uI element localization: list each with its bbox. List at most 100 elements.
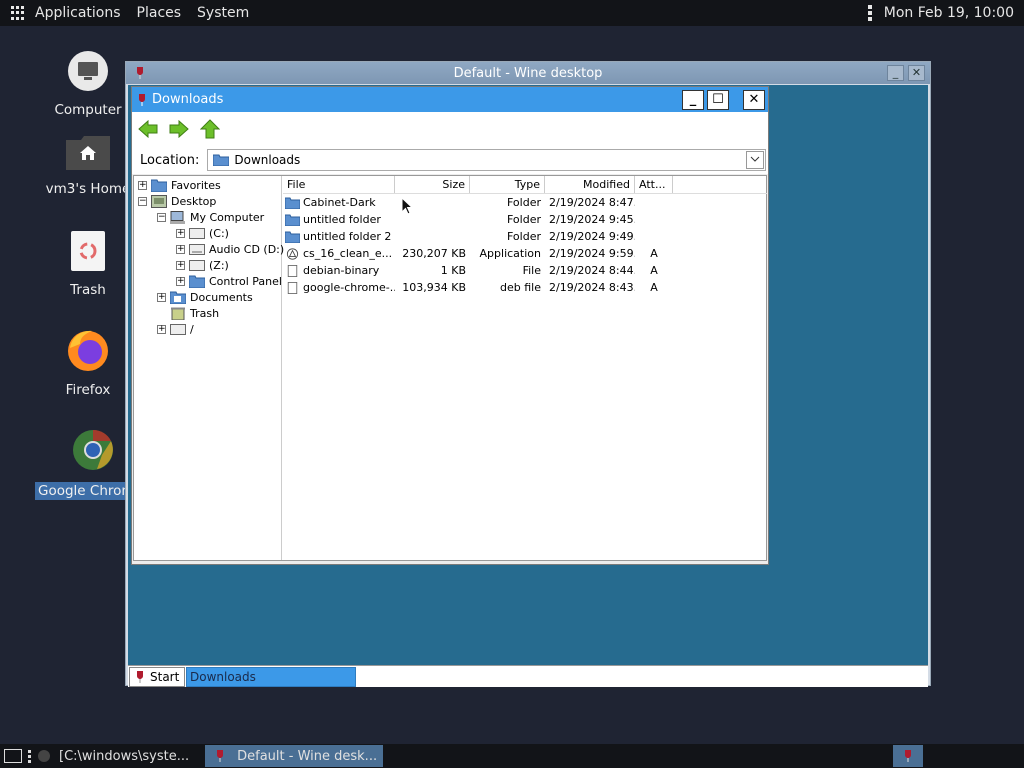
- tree-label: My Computer: [190, 210, 265, 224]
- file-icon: [287, 281, 298, 294]
- start-label: Start: [150, 669, 180, 684]
- desktop-icon-firefox[interactable]: Firefox: [43, 328, 133, 398]
- taskbar-item-cmd[interactable]: [C:\windows\syste...: [31, 745, 195, 767]
- expand-icon[interactable]: +: [176, 276, 185, 286]
- file-attributes: A: [650, 264, 658, 277]
- taskbar-item-wine-desktop[interactable]: Default - Wine desk...: [205, 745, 384, 767]
- forward-button[interactable]: [168, 118, 190, 140]
- file-row[interactable]: google-chrome-... 103,934 KB deb file 2/…: [283, 279, 767, 296]
- documents-folder-icon: [170, 291, 186, 304]
- expand-icon[interactable]: +: [157, 292, 166, 302]
- tree-label: Favorites: [171, 178, 221, 192]
- expand-icon[interactable]: +: [157, 324, 166, 334]
- clock[interactable]: Mon Feb 19, 10:00: [884, 5, 1014, 21]
- tree-item-root[interactable]: + /: [157, 321, 194, 337]
- folder-icon: [285, 197, 300, 209]
- chrome-icon: [73, 429, 113, 470]
- back-arrow-icon: [138, 120, 158, 138]
- tree-item-drive-c[interactable]: + (C:): [176, 225, 229, 241]
- file-modified: 2/19/2024 8:47...: [549, 196, 635, 209]
- show-desktop-icon[interactable]: [4, 749, 22, 763]
- file-row[interactable]: untitled folder Folder 2/19/2024 9:45...: [283, 211, 767, 228]
- expand-icon[interactable]: +: [176, 244, 185, 254]
- collapse-icon[interactable]: −: [138, 196, 147, 206]
- location-dropdown-button[interactable]: [746, 151, 765, 169]
- tree-item-favorites[interactable]: + Favorites: [138, 177, 221, 193]
- tray-wine-item[interactable]: [893, 745, 923, 767]
- desktop-icon-label: Computer: [54, 102, 122, 118]
- bottom-panel: [C:\windows\syste... Default - Wine desk…: [0, 744, 1024, 768]
- tree-label: Control Panel: [209, 274, 282, 288]
- start-button[interactable]: Start: [129, 666, 185, 687]
- wine-close-button[interactable]: ✕: [908, 65, 925, 81]
- places-menu[interactable]: Places: [137, 5, 182, 21]
- tree-item-documents[interactable]: + Documents: [157, 289, 253, 305]
- tree-item-drive-z[interactable]: + (Z:): [176, 257, 229, 273]
- desktop-icon-label: Trash: [70, 282, 106, 298]
- desktop-icon-trash[interactable]: Trash: [43, 230, 133, 298]
- tree-item-my-computer[interactable]: − My Computer: [157, 209, 264, 225]
- desktop-icon-label: Firefox: [65, 382, 111, 398]
- tree-item-control-panel[interactable]: + Control Panel: [176, 273, 282, 289]
- file-type: Application: [479, 247, 541, 260]
- downloads-minimize-button[interactable]: _: [682, 90, 704, 110]
- file-name: untitled folder: [303, 213, 381, 226]
- column-header-type[interactable]: Type: [470, 176, 545, 193]
- downloads-close-button[interactable]: ✕: [743, 90, 765, 110]
- apps-grid-icon[interactable]: [11, 6, 25, 20]
- file-size: 1 KB: [440, 264, 466, 277]
- up-button[interactable]: [199, 118, 221, 140]
- expand-icon[interactable]: +: [176, 228, 185, 238]
- panel-menu-icon[interactable]: [867, 5, 872, 21]
- file-name: untitled folder 2: [303, 230, 392, 243]
- tree-label: Trash: [190, 306, 220, 320]
- column-header-file[interactable]: File: [283, 176, 395, 193]
- file-row[interactable]: cs_16_clean_e... 230,207 KB Application …: [283, 245, 767, 262]
- file-row[interactable]: Cabinet-Dark Folder 2/19/2024 8:47...: [283, 194, 767, 211]
- file-name: google-chrome-...: [303, 281, 395, 294]
- downloads-window: Downloads _ ☐ ✕ Location: Downloads + Fa…: [131, 86, 769, 565]
- firefox-icon: [68, 330, 108, 371]
- collapse-icon[interactable]: −: [157, 212, 166, 222]
- desktop-icon-label: Google Chrome: [35, 482, 127, 500]
- column-header-modified[interactable]: Modified: [545, 176, 635, 193]
- expand-icon[interactable]: +: [138, 180, 147, 190]
- file-row[interactable]: untitled folder 2 Folder 2/19/2024 9:49.…: [283, 228, 767, 245]
- downloads-maximize-button[interactable]: ☐: [707, 90, 729, 110]
- desktop-icon-home[interactable]: vm3's Home: [43, 135, 133, 197]
- taskbar-item-downloads[interactable]: Downloads: [186, 666, 356, 687]
- tree-item-trash[interactable]: Trash: [170, 305, 219, 321]
- file-name: Cabinet-Dark: [303, 196, 376, 209]
- file-name: cs_16_clean_e...: [303, 247, 393, 260]
- file-size: 103,934 KB: [402, 281, 466, 294]
- taskbar-item-label: Downloads: [190, 669, 256, 684]
- expand-icon[interactable]: +: [176, 260, 185, 270]
- toolbar: [132, 112, 768, 146]
- downloads-titlebar[interactable]: Downloads _ ☐ ✕: [132, 87, 768, 112]
- tree-label: (Z:): [209, 258, 229, 272]
- file-type: Folder: [507, 213, 541, 226]
- file-icon: [287, 264, 298, 277]
- file-type: Folder: [507, 230, 541, 243]
- wine-icon: [217, 750, 224, 762]
- tree-item-desktop[interactable]: − Desktop: [138, 193, 216, 209]
- desktop-icon-computer[interactable]: Computer: [43, 50, 133, 118]
- file-type: Folder: [507, 196, 541, 209]
- applications-menu[interactable]: Applications: [35, 5, 121, 21]
- desktop-icon-chrome[interactable]: Google Chrome: [35, 428, 127, 500]
- wine-minimize-button[interactable]: _: [887, 65, 904, 81]
- explorer-pane: + Favorites − Desktop − My Computer + (C…: [133, 175, 767, 561]
- column-header-size[interactable]: Size: [395, 176, 470, 193]
- file-row[interactable]: debian-binary 1 KB File 2/19/2024 8:44..…: [283, 262, 767, 279]
- back-button[interactable]: [137, 118, 159, 140]
- column-header-attributes[interactable]: Att...: [635, 176, 673, 193]
- location-combobox[interactable]: Downloads: [207, 149, 767, 171]
- file-name: debian-binary: [303, 264, 380, 277]
- wine-desktop-area: Downloads _ ☐ ✕ Location: Downloads + Fa…: [128, 85, 928, 687]
- trash-icon: [171, 307, 185, 320]
- tree-item-audio-cd[interactable]: + Audio CD (D:): [176, 241, 284, 257]
- computer-icon: [170, 210, 185, 224]
- system-menu[interactable]: System: [197, 5, 249, 21]
- location-row: Location: Downloads: [132, 146, 768, 174]
- wine-window-titlebar[interactable]: Default - Wine desktop _ ✕: [126, 62, 930, 84]
